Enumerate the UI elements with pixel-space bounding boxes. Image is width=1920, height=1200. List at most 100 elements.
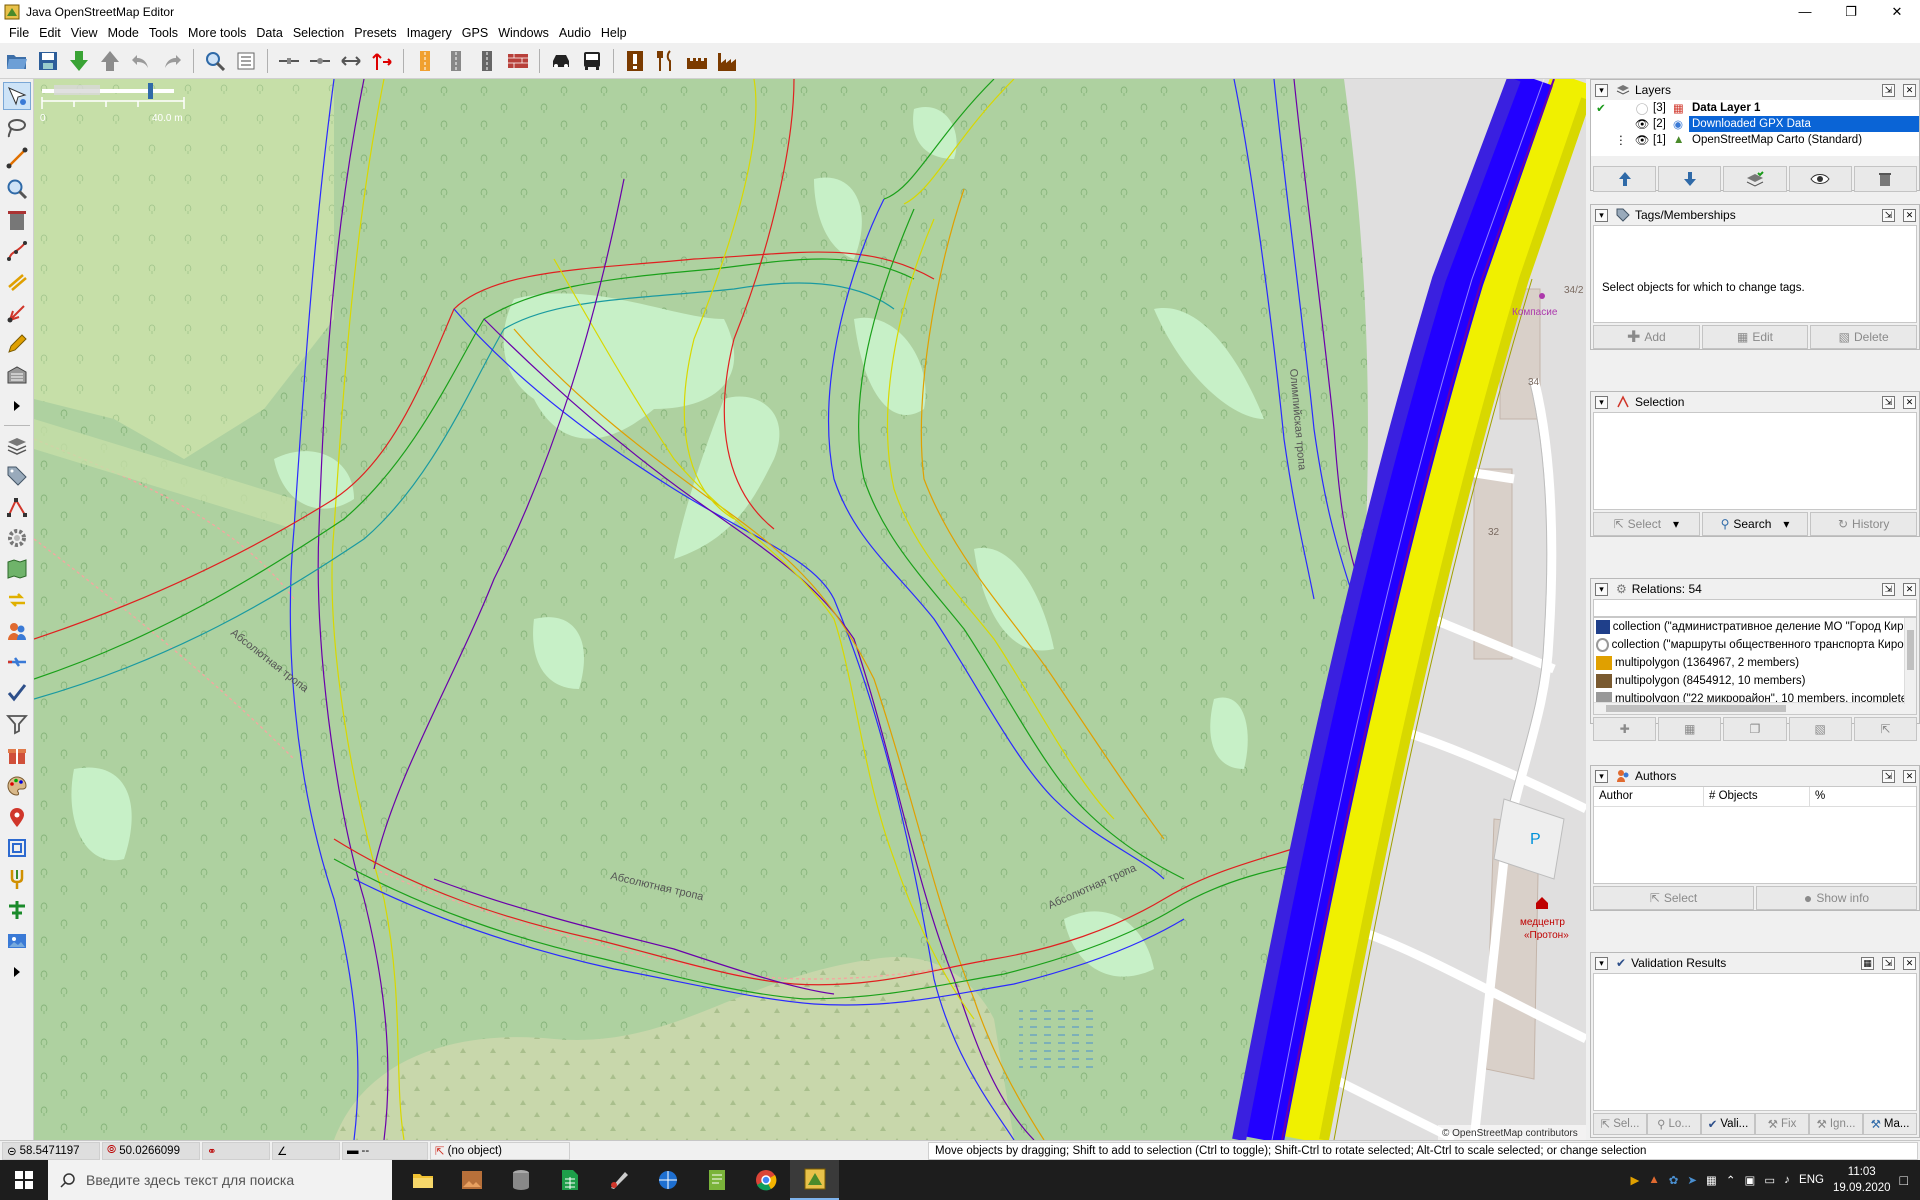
relation-delete-button[interactable]: ▧ xyxy=(1788,717,1852,741)
preset-car-button[interactable] xyxy=(547,47,575,75)
layers-close-button[interactable]: ✕ xyxy=(1903,83,1916,97)
relation-new-button[interactable]: ✚ xyxy=(1593,717,1657,741)
toggle-imagery-button[interactable] xyxy=(3,927,31,955)
menu-file[interactable]: File xyxy=(4,23,34,43)
preset-bus-button[interactable] xyxy=(578,47,606,75)
toggle-filter-button[interactable] xyxy=(3,710,31,738)
validation-ignore-button[interactable]: ⚒ Ign... xyxy=(1809,1113,1863,1135)
visibility-eye-icon-hidden[interactable]: ◯ xyxy=(1631,101,1653,115)
preset-road-button[interactable] xyxy=(442,47,470,75)
taskbar-database[interactable] xyxy=(496,1160,545,1200)
layers-detach-button[interactable]: ⇲ xyxy=(1882,83,1895,97)
taskbar-clock[interactable]: 11:03 19.09.2020 xyxy=(1833,1164,1891,1196)
preset-service-button[interactable] xyxy=(473,47,501,75)
tray-shield-icon[interactable]: ▲ xyxy=(1648,1174,1659,1186)
undo-button[interactable] xyxy=(127,47,155,75)
taskbar-paint[interactable] xyxy=(594,1160,643,1200)
preset-highway-button[interactable] xyxy=(411,47,439,75)
move-node-button[interactable] xyxy=(368,47,396,75)
authors-col-percent[interactable]: % xyxy=(1810,787,1916,806)
preset-information-button[interactable] xyxy=(621,47,649,75)
menu-presets[interactable]: Presets xyxy=(349,23,401,43)
validation-fix-button[interactable]: ⚒ Fix xyxy=(1755,1113,1809,1135)
layers-collapse-button[interactable]: ▾ xyxy=(1595,83,1608,97)
maximize-button[interactable]: ❐ xyxy=(1828,0,1874,23)
menu-view[interactable]: View xyxy=(66,23,103,43)
start-button[interactable] xyxy=(0,1160,48,1200)
layer-merge-button[interactable] xyxy=(1723,166,1787,192)
authors-col-objects[interactable]: # Objects xyxy=(1704,787,1810,806)
validation-settings-button[interactable]: ▦ xyxy=(1861,956,1874,970)
authors-collapse-button[interactable]: ▾ xyxy=(1595,769,1608,783)
tag-add-button[interactable]: ✚ Add xyxy=(1593,325,1700,349)
validation-mapcss-button[interactable]: ⚒ Ma... xyxy=(1863,1113,1917,1135)
tray-telegram-icon[interactable]: ➤ xyxy=(1687,1173,1697,1187)
relation-duplicate-button[interactable]: ❐ xyxy=(1723,717,1787,741)
preset-industrial-button[interactable] xyxy=(714,47,742,75)
toggle-minimap-button[interactable] xyxy=(3,834,31,862)
tray-volume-icon[interactable]: ♪ xyxy=(1784,1174,1790,1186)
relation-item[interactable]: collection ("административное деление МО… xyxy=(1594,618,1916,636)
extrude-button[interactable] xyxy=(3,299,31,327)
toggle-map-style-button[interactable] xyxy=(3,772,31,800)
toggle-notes-button[interactable] xyxy=(3,803,31,831)
toggle-routing-button[interactable] xyxy=(3,896,31,924)
visibility-eye-icon[interactable]: 👁 xyxy=(1631,133,1653,147)
tray-bluetooth-icon[interactable]: ✿ xyxy=(1669,1173,1679,1187)
tray-battery-icon[interactable]: ▭ xyxy=(1764,1173,1775,1187)
preset-food-button[interactable] xyxy=(652,47,680,75)
toggle-conflicts-button[interactable] xyxy=(3,586,31,614)
layer-visibility-button[interactable] xyxy=(1788,166,1852,192)
selection-detach-button[interactable]: ⇲ xyxy=(1882,395,1895,409)
open-file-button[interactable] xyxy=(3,47,31,75)
tray-network-icon[interactable]: ▣ xyxy=(1745,1173,1756,1187)
toggle-relations-button[interactable] xyxy=(3,524,31,552)
tray-app-icon[interactable]: ▶ xyxy=(1631,1173,1640,1187)
selection-history-button[interactable]: ↻ History xyxy=(1810,512,1918,536)
tag-edit-button[interactable]: ▦ Edit xyxy=(1701,325,1809,349)
dropdown-arrow-icon[interactable]: ▾ xyxy=(1673,517,1679,531)
menu-windows[interactable]: Windows xyxy=(493,23,554,43)
relation-select-button[interactable]: ⇱ xyxy=(1853,717,1918,741)
map-attribution[interactable]: © OpenStreetMap contributors xyxy=(1442,1128,1578,1139)
dropdown-arrow-icon-2[interactable]: ▾ xyxy=(1783,517,1789,531)
upload-button[interactable] xyxy=(96,47,124,75)
lasso-mode-button[interactable] xyxy=(3,113,31,141)
taskbar-search-input[interactable]: Введите здесь текст для поиска xyxy=(48,1160,392,1200)
relation-item[interactable]: collection ("маршруты общественного тран… xyxy=(1594,636,1916,654)
toggle-layers-button[interactable] xyxy=(3,431,31,459)
map-view[interactable]: P 0 40.0 m Абсолютная тропа Абсолютная т… xyxy=(34,79,1586,1140)
menu-help[interactable]: Help xyxy=(596,23,632,43)
layer-row-gpx[interactable]: 👁 [2] ◉ Downloaded GPX Data xyxy=(1591,116,1919,132)
tags-close-button[interactable]: ✕ xyxy=(1903,208,1916,222)
draw-pencil-button[interactable] xyxy=(3,330,31,358)
save-button[interactable] xyxy=(34,47,62,75)
selection-search-button[interactable]: ⚲ Search ▾ xyxy=(1701,512,1809,536)
layer-move-down-button[interactable] xyxy=(1658,166,1722,192)
menu-audio[interactable]: Audio xyxy=(554,23,596,43)
selection-select-button[interactable]: ⇱ Select ▾ xyxy=(1593,512,1700,536)
relation-item[interactable]: multipolygon (8454912, 10 members) xyxy=(1594,672,1916,690)
toggle-map-paint-button[interactable] xyxy=(3,555,31,583)
validation-lookup-button[interactable]: ⚲ Lo... xyxy=(1647,1113,1701,1135)
notifications-icon[interactable]: □ xyxy=(1900,1172,1908,1188)
taskbar-photos[interactable] xyxy=(447,1160,496,1200)
combine-way-button[interactable] xyxy=(306,47,334,75)
preferences-button[interactable] xyxy=(232,47,260,75)
layer-delete-button[interactable] xyxy=(1853,166,1918,192)
download-button[interactable] xyxy=(65,47,93,75)
preset-castle-button[interactable] xyxy=(683,47,711,75)
taskbar-network[interactable] xyxy=(643,1160,692,1200)
preset-barrier-button[interactable] xyxy=(504,47,532,75)
tray-chevron-up-icon[interactable]: ⌃ xyxy=(1726,1173,1736,1187)
toggle-tag-checker-button[interactable] xyxy=(3,865,31,893)
taskbar-chrome[interactable] xyxy=(741,1160,790,1200)
improve-way-button[interactable] xyxy=(3,237,31,265)
taskbar-explorer[interactable] xyxy=(398,1160,447,1200)
menu-tools[interactable]: Tools xyxy=(144,23,183,43)
more-modes-button[interactable] xyxy=(3,392,31,420)
layer-row-data-layer[interactable]: ✔ ◯ [3] ▦ Data Layer 1 xyxy=(1591,100,1919,116)
relations-hscrollbar[interactable] xyxy=(1594,702,1916,714)
selection-collapse-button[interactable]: ▾ xyxy=(1595,395,1608,409)
menu-more-tools[interactable]: More tools xyxy=(183,23,251,43)
